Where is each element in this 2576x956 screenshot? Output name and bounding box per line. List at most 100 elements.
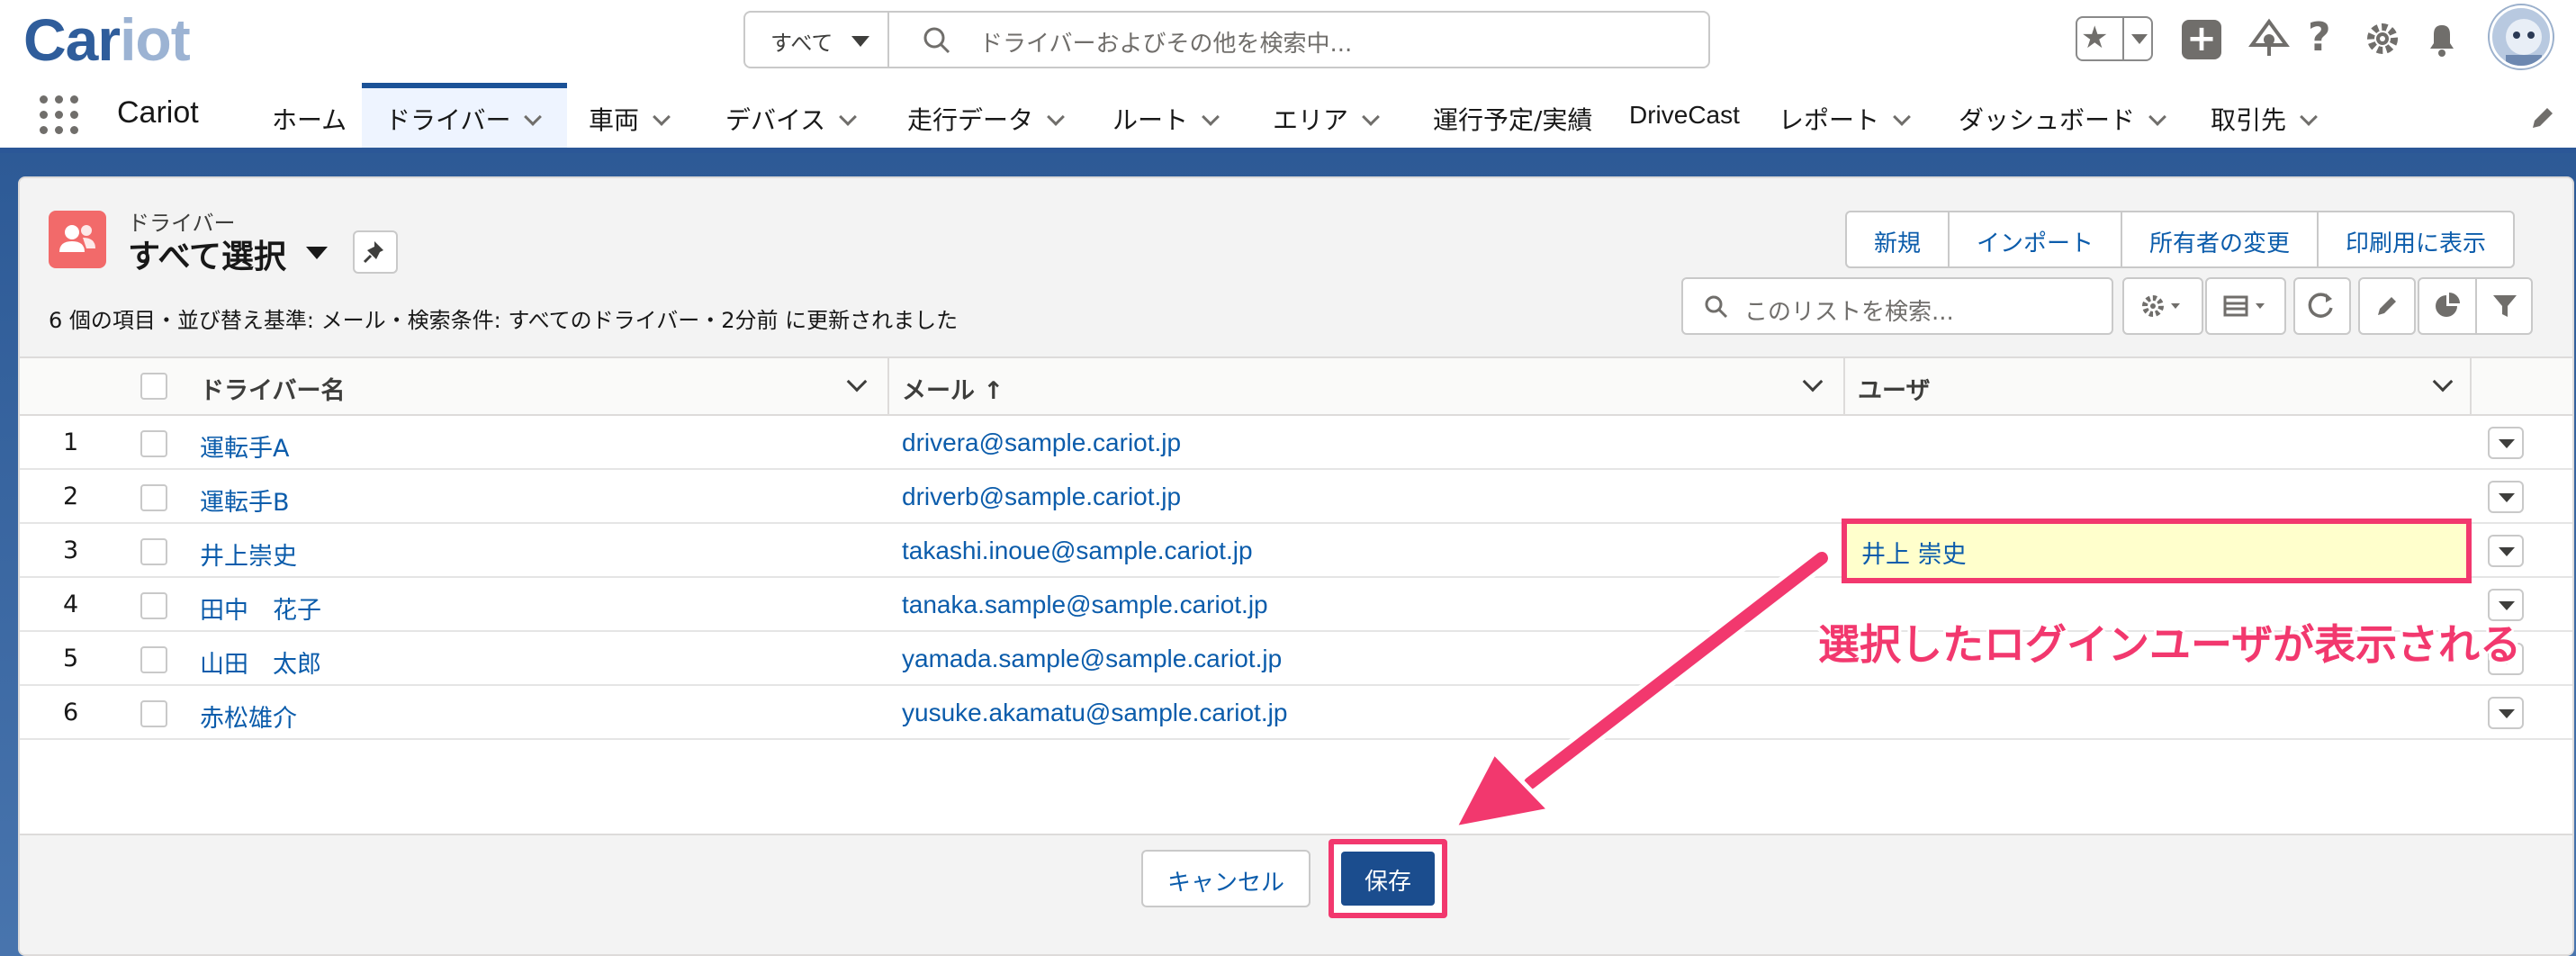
- list-settings-button[interactable]: [2122, 277, 2203, 335]
- table-icon: [2223, 295, 2265, 317]
- driver-name-link[interactable]: 運転手B: [200, 483, 290, 518]
- chevron-down-icon[interactable]: [2300, 108, 2318, 126]
- row-checkbox[interactable]: [140, 430, 167, 457]
- chevron-down-icon[interactable]: [839, 108, 858, 126]
- email-link[interactable]: takashi.inoue@sample.cariot.jp: [902, 537, 1253, 565]
- global-actions-plus-icon[interactable]: +: [2182, 20, 2221, 59]
- inline-edit-button[interactable]: [2358, 277, 2416, 335]
- chevron-down-icon[interactable]: [2432, 371, 2454, 392]
- row-checkbox[interactable]: [140, 592, 167, 619]
- pencil-icon[interactable]: [2529, 104, 2556, 131]
- chevron-down-icon[interactable]: [1362, 108, 1380, 126]
- row-number: 1: [63, 428, 79, 456]
- chevron-down-icon[interactable]: [846, 371, 868, 392]
- table-row[interactable]: 1 運転手A drivera@sample.cariot.jp: [20, 416, 2572, 470]
- row-checkbox[interactable]: [140, 484, 167, 511]
- favorites-button[interactable]: ★: [2076, 16, 2153, 61]
- chevron-down-icon[interactable]: [524, 108, 543, 126]
- cariot-logo[interactable]: Cariot: [23, 5, 191, 74]
- table-row[interactable]: 6 赤松雄介 yusuke.akamatu@sample.cariot.jp: [20, 686, 2572, 740]
- new-button[interactable]: 新規: [1847, 212, 1950, 266]
- user-avatar[interactable]: [2490, 5, 2553, 68]
- row-number: 3: [63, 537, 79, 564]
- user-link[interactable]: 井上 崇史: [1861, 535, 1967, 570]
- chart-filter-group: [2418, 277, 2533, 335]
- column-email[interactable]: メール ↑: [902, 358, 1004, 414]
- chevron-down-icon[interactable]: [653, 108, 671, 126]
- chevron-down-icon: [851, 36, 869, 47]
- column-user[interactable]: ユーザ: [1858, 358, 1930, 414]
- chevron-down-icon[interactable]: [1047, 108, 1065, 126]
- refresh-icon: [2308, 293, 2333, 318]
- search-scope-dropdown[interactable]: すべて: [745, 13, 889, 67]
- nav-item-devices[interactable]: デバイス: [725, 83, 858, 148]
- nav-item-drivecast[interactable]: DriveCast: [1629, 83, 1740, 148]
- display-as-button[interactable]: [2205, 277, 2286, 335]
- column-divider[interactable]: [2470, 358, 2472, 414]
- row-actions-menu[interactable]: [2488, 535, 2524, 567]
- nav-item-vehicles[interactable]: 車両: [589, 83, 671, 148]
- list-view-picker-icon[interactable]: [306, 247, 328, 259]
- search-input[interactable]: ドライバーおよびその他を検索中...: [979, 25, 1352, 59]
- chart-icon[interactable]: [2419, 279, 2475, 333]
- user-cell-highlight[interactable]: 井上 崇史: [1842, 519, 2472, 583]
- chevron-down-icon[interactable]: [1802, 371, 1824, 392]
- driver-name-link[interactable]: 田中 花子: [200, 591, 321, 626]
- email-link[interactable]: tanaka.sample@sample.cariot.jp: [902, 591, 1268, 619]
- driver-name-link[interactable]: 井上崇史: [200, 537, 297, 572]
- chevron-down-icon[interactable]: [2148, 108, 2166, 126]
- nav-item-accounts[interactable]: 取引先: [2211, 83, 2318, 148]
- row-checkbox[interactable]: [140, 700, 167, 727]
- cancel-button[interactable]: キャンセル: [1141, 850, 1311, 907]
- search-icon: [923, 27, 950, 54]
- table-row[interactable]: 2 運転手B driverb@sample.cariot.jp: [20, 470, 2572, 524]
- table-header: ドライバー名 メール ↑ ユーザ: [20, 358, 2572, 416]
- nav-item-schedule[interactable]: 運行予定/実績: [1433, 83, 1592, 148]
- nav-item-home[interactable]: ホーム: [272, 83, 347, 148]
- global-search[interactable]: すべて ドライバーおよびその他を検索中...: [743, 11, 1710, 68]
- gear-icon[interactable]: [2362, 18, 2403, 59]
- change-owner-button[interactable]: 所有者の変更: [2122, 212, 2319, 266]
- search-scope-label: すべて: [770, 31, 833, 56]
- driver-name-link[interactable]: 山田 太郎: [200, 645, 321, 680]
- trailhead-icon[interactable]: [2248, 18, 2290, 59]
- refresh-button[interactable]: [2293, 277, 2351, 335]
- chevron-down-icon[interactable]: [1893, 108, 1911, 126]
- email-link[interactable]: yamada.sample@sample.cariot.jp: [902, 645, 1282, 673]
- printable-view-button[interactable]: 印刷用に表示: [2319, 212, 2513, 266]
- pin-button[interactable]: [353, 230, 398, 274]
- column-divider[interactable]: [887, 358, 889, 414]
- select-all-checkbox[interactable]: [140, 373, 167, 400]
- row-number: 6: [63, 699, 79, 726]
- app-launcher-icon[interactable]: [40, 95, 79, 135]
- driver-name-link[interactable]: 赤松雄介: [200, 699, 297, 734]
- email-link[interactable]: yusuke.akamatu@sample.cariot.jp: [902, 699, 1287, 727]
- column-divider[interactable]: [1843, 358, 1845, 414]
- help-icon[interactable]: ?: [2308, 14, 2331, 60]
- nav-item-reports[interactable]: レポート: [1779, 83, 1911, 148]
- favorites-menu-icon[interactable]: [2131, 34, 2148, 44]
- column-driver-name[interactable]: ドライバー名: [200, 358, 345, 414]
- row-checkbox[interactable]: [140, 538, 167, 565]
- row-actions-menu[interactable]: [2488, 427, 2524, 459]
- filter-icon[interactable]: [2477, 279, 2533, 333]
- email-link[interactable]: driverb@sample.cariot.jp: [902, 483, 1181, 511]
- nav-item-areas[interactable]: エリア: [1273, 83, 1380, 148]
- nav-item-routes[interactable]: ルート: [1112, 83, 1220, 148]
- save-button[interactable]: 保存: [1341, 852, 1435, 906]
- chevron-down-icon[interactable]: [1202, 108, 1220, 126]
- list-view-name[interactable]: すべて選択: [128, 230, 286, 277]
- pencil-icon: [2378, 297, 2396, 315]
- nav-item-trip-data[interactable]: 走行データ: [907, 83, 1065, 148]
- nav-item-drivers[interactable]: ドライバー: [362, 83, 567, 148]
- list-search-input[interactable]: このリストを検索...: [1681, 277, 2113, 335]
- row-actions-menu[interactable]: [2488, 481, 2524, 513]
- bell-icon[interactable]: [2421, 18, 2463, 59]
- row-checkbox[interactable]: [140, 646, 167, 673]
- driver-name-link[interactable]: 運転手A: [200, 428, 289, 464]
- nav-item-dashboards[interactable]: ダッシュボード: [1959, 83, 2166, 148]
- import-button[interactable]: インポート: [1950, 212, 2123, 266]
- pin-icon: [363, 241, 383, 264]
- email-link[interactable]: drivera@sample.cariot.jp: [902, 428, 1181, 457]
- row-actions-menu[interactable]: [2488, 697, 2524, 729]
